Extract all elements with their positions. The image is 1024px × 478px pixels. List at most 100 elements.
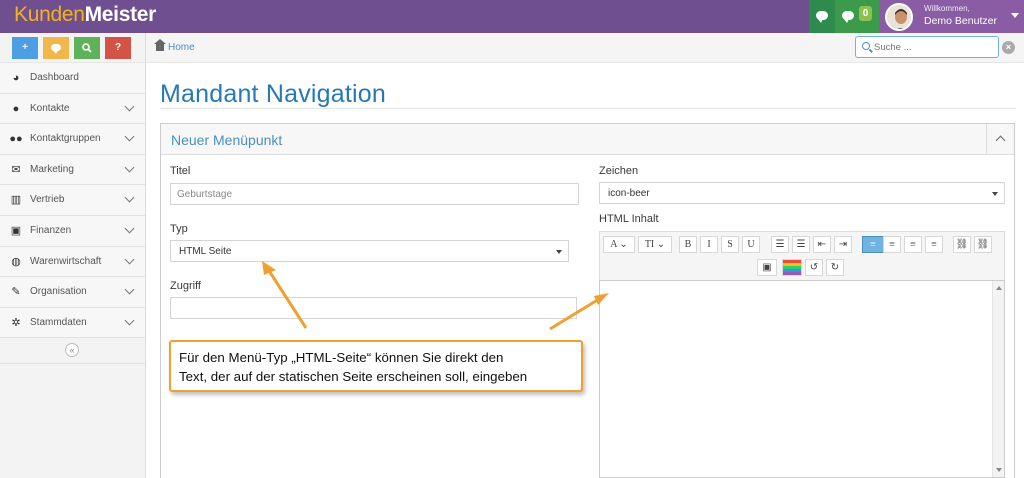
bullet-list-button[interactable]: ☰	[771, 236, 789, 253]
close-icon[interactable]: ×	[1002, 41, 1015, 54]
sidebar-item-label: Vertrieb	[30, 194, 65, 206]
indent-button[interactable]: ⇥	[834, 236, 852, 253]
chevron-down-icon	[124, 162, 135, 173]
chevron-down-icon	[124, 192, 135, 203]
notification-count-badge: 0	[859, 6, 872, 21]
app-logo[interactable]: KundenMeister	[14, 3, 156, 27]
add-shortcut-button[interactable]: +	[12, 37, 38, 59]
font-color-button[interactable]: A ⌄	[603, 236, 635, 253]
sidebar-item-kontakte[interactable]: ● Kontakte	[0, 93, 145, 125]
caret-down-icon	[556, 250, 562, 254]
dashboard-icon: ◕	[12, 72, 20, 84]
redo-button[interactable]: ↻	[826, 259, 844, 276]
background-color-button[interactable]: ▤	[782, 259, 802, 276]
search-box	[855, 36, 999, 58]
envelope-icon: ✉	[11, 163, 21, 176]
search-shortcut-button[interactable]	[74, 37, 100, 59]
annotation-callout: Für den Menü-Typ „HTML-Seite“ können Sie…	[169, 340, 583, 392]
callout-line-1: Für den Menü-Typ „HTML-Seite“ können Sie…	[179, 350, 504, 365]
unlink-button[interactable]: ⛓	[974, 236, 992, 253]
html-editor[interactable]	[599, 280, 1005, 478]
sidebar-item-label: Stammdaten	[30, 316, 87, 328]
page-title: Mandant Navigation	[160, 80, 386, 108]
notifications-button[interactable]: 0	[835, 0, 879, 33]
search-icon	[862, 42, 870, 50]
breadcrumb-home-link[interactable]: Home	[168, 42, 195, 53]
scroll-up-icon	[996, 286, 1002, 290]
welcome-text: Willkommen,	[924, 4, 970, 13]
comments-shortcut-button[interactable]	[43, 37, 69, 59]
zeichen-label: Zeichen	[599, 165, 639, 177]
chevron-down-icon	[124, 284, 135, 295]
sidebar-item-kontaktgruppen[interactable]: ●● Kontaktgruppen	[0, 124, 145, 155]
callout-line-2: Text, der auf der statischen Seite ersch…	[179, 369, 528, 384]
top-navbar: KundenMeister 0 Willkommen, Demo Benutze…	[0, 0, 1024, 33]
sidebar-item-label: Kontakte	[30, 102, 70, 114]
search-input[interactable]	[874, 40, 994, 54]
collapse-sidebar-button[interactable]: «	[65, 343, 79, 358]
align-right-button[interactable]: ≡	[904, 236, 922, 253]
strikethrough-button[interactable]: S	[721, 236, 739, 253]
sidebar-item-vertrieb[interactable]: ▥ Vertrieb	[0, 185, 145, 216]
sidebar-item-label: Warenwirtschaft	[30, 255, 102, 267]
align-center-button[interactable]: ≡	[883, 236, 901, 253]
sidebar-item-label: Organisation	[30, 286, 87, 298]
undo-button[interactable]: ↺	[805, 259, 823, 276]
sidebar-item-label: Finanzen	[30, 224, 72, 236]
bold-button[interactable]: B	[679, 236, 697, 253]
outdent-button[interactable]: ⇤	[813, 236, 831, 253]
typ-selected-value: HTML Seite	[179, 246, 232, 257]
zugriff-label: Zugriff	[170, 280, 201, 292]
user-name: Demo Benutzer	[924, 15, 997, 27]
link-button[interactable]: ⛓	[953, 236, 971, 253]
messages-button[interactable]	[809, 0, 835, 33]
sidebar-item-finanzen[interactable]: ▣ Finanzen	[0, 215, 145, 247]
caret-down-icon	[992, 192, 998, 196]
title-divider	[160, 108, 1016, 109]
question-icon: ?	[114, 42, 122, 53]
comments-icon	[51, 44, 61, 54]
titel-input[interactable]: Geburtstage	[170, 183, 579, 205]
globe-icon: ◍	[11, 255, 21, 268]
chevron-down-icon	[124, 223, 135, 234]
sidebar-nav: ◕ Dashboard ● Kontakte ●● Kontaktgruppen ✉ Mark…	[0, 63, 145, 339]
align-left-button[interactable]: ≡	[862, 236, 884, 253]
user-icon: ●	[12, 102, 20, 115]
italic-button[interactable]: I	[700, 236, 718, 253]
edit-icon: ✎	[11, 286, 21, 299]
zeichen-select[interactable]: icon-beer	[599, 182, 1005, 204]
chevron-down-icon	[124, 101, 135, 112]
sidebar-item-marketing[interactable]: ✉ Marketing	[0, 154, 145, 186]
plus-icon: +	[22, 42, 28, 53]
money-icon: ▣	[10, 224, 22, 237]
font-size-button[interactable]: TI ⌄	[638, 236, 672, 253]
editor-scrollbar[interactable]	[992, 281, 1004, 477]
typ-select[interactable]: HTML Seite	[170, 240, 569, 262]
sidebar-item-organisation[interactable]: ✎ Organisation	[0, 277, 145, 308]
user-menu[interactable]: Willkommen, Demo Benutzer	[879, 0, 1024, 33]
chevron-down-icon	[124, 131, 135, 142]
panel-title: Neuer Menüpunkt	[171, 132, 283, 148]
panel-collapse-button[interactable]	[986, 124, 1014, 155]
logo-text-meister: Meister	[84, 3, 157, 26]
underline-button[interactable]: U	[742, 236, 760, 253]
sidebar-item-label: Kontaktgruppen	[30, 133, 101, 145]
sidebar-item-dashboard[interactable]: ◕ Dashboard	[0, 63, 145, 94]
scroll-down-icon	[996, 468, 1002, 472]
sidebar-item-label: Marketing	[30, 163, 74, 175]
sidebar-item-warenwirtschaft[interactable]: ◍ Warenwirtschaft	[0, 246, 145, 278]
html-inhalt-label: HTML Inhalt	[599, 213, 659, 225]
chevron-down-icon	[124, 315, 135, 326]
chat-icon	[816, 11, 828, 23]
titel-label: Titel	[170, 165, 191, 177]
sidebar-collapse-row: «	[0, 338, 145, 365]
numbered-list-button[interactable]: ☰	[792, 236, 810, 253]
sidebar-item-stammdaten[interactable]: ✲ Stammdaten	[0, 307, 145, 339]
justify-button[interactable]: ≡	[925, 236, 943, 253]
image-button[interactable]: ▣	[757, 259, 777, 276]
bar-chart-icon: ▥	[10, 194, 22, 207]
editor-toolbar: A ⌄TI ⌄BISU☰☰⇤⇥≡≡≡≡⛓⛓▣▤↺↻	[599, 231, 1005, 281]
home-icon	[154, 39, 166, 51]
zugriff-input[interactable]	[170, 297, 577, 319]
help-shortcut-button[interactable]: ?	[105, 37, 131, 59]
